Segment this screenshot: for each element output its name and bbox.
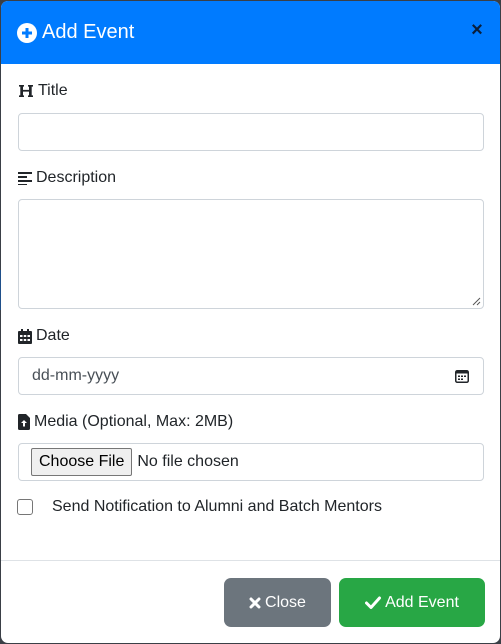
media-label: Media (Optional, Max: 2MB) bbox=[18, 413, 233, 431]
close-button[interactable]: Close bbox=[224, 578, 331, 627]
title-input[interactable] bbox=[18, 113, 484, 151]
date-label-text: Date bbox=[36, 327, 70, 344]
resize-handle-icon[interactable] bbox=[471, 296, 481, 306]
media-file-input[interactable]: Choose File No file chosen bbox=[18, 443, 484, 481]
close-icon[interactable]: × bbox=[468, 20, 486, 40]
close-button-label: Close bbox=[265, 593, 306, 611]
add-event-button-label: Add Event bbox=[385, 593, 459, 611]
modal-header: Add Event × bbox=[1, 1, 500, 64]
choose-file-button[interactable]: Choose File bbox=[31, 448, 133, 476]
description-label-text: Description bbox=[36, 169, 117, 186]
title-label-text: Title bbox=[38, 82, 68, 99]
footer-divider bbox=[1, 560, 500, 561]
plus-circle-icon bbox=[17, 22, 37, 43]
calendar-icon bbox=[18, 328, 32, 344]
modal-title: Add Event bbox=[42, 21, 135, 43]
date-placeholder: dd-mm-yyyy bbox=[32, 367, 120, 384]
file-status: No file chosen bbox=[137, 453, 239, 470]
date-label: Date bbox=[18, 327, 70, 345]
media-label-text: Media (Optional, Max: 2MB) bbox=[34, 413, 234, 430]
heading-icon bbox=[19, 85, 33, 97]
align-left-icon bbox=[18, 172, 32, 185]
date-picker-icon[interactable] bbox=[455, 369, 469, 383]
add-event-button[interactable]: Add Event bbox=[339, 578, 485, 627]
title-label: Title bbox=[18, 82, 68, 100]
notify-row: Send Notification to Alumni and Batch Me… bbox=[17, 498, 382, 516]
description-textarea[interactable] bbox=[18, 199, 484, 309]
times-icon bbox=[249, 597, 261, 608]
notify-label: Send Notification to Alumni and Batch Me… bbox=[52, 498, 382, 515]
add-event-modal: Add Event × Title Description Date dd-mm… bbox=[1, 1, 500, 643]
notify-checkbox[interactable] bbox=[17, 499, 33, 515]
check-icon bbox=[365, 596, 382, 609]
description-label: Description bbox=[18, 169, 116, 187]
file-upload-icon bbox=[18, 414, 30, 430]
date-input[interactable]: dd-mm-yyyy bbox=[18, 357, 484, 395]
